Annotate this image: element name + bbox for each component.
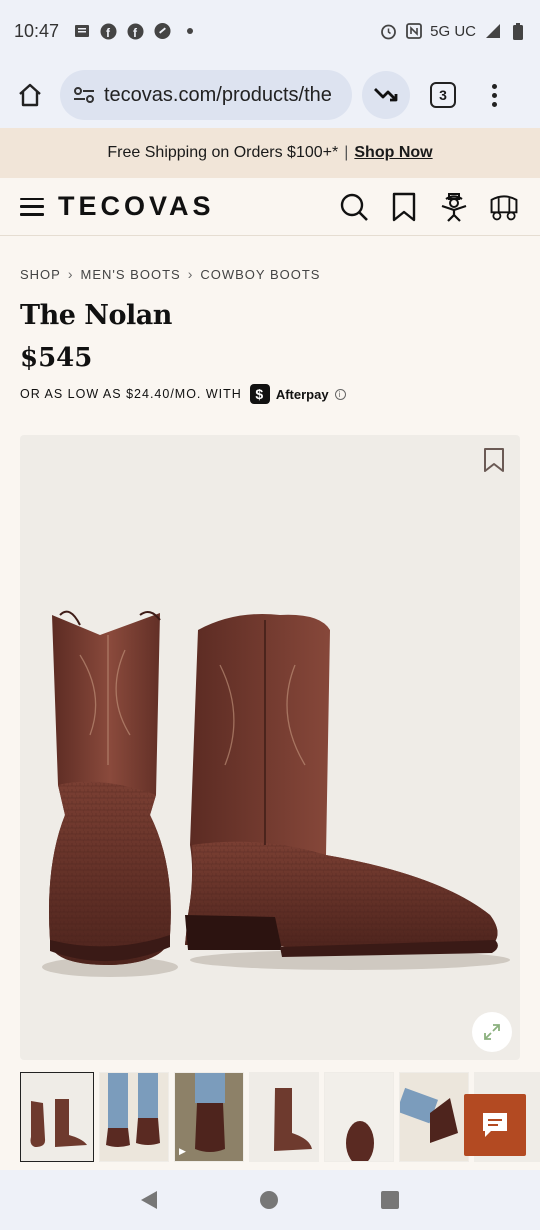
promo-text: Free Shipping on Orders $100+* — [107, 144, 339, 161]
product-image[interactable] — [20, 435, 520, 1060]
promo-banner: Free Shipping on Orders $100+* | Shop No… — [0, 128, 540, 178]
system-nav-bar — [0, 1170, 540, 1230]
shop-now-link[interactable]: Shop Now — [354, 144, 432, 162]
network-label: 5G UC — [430, 22, 476, 40]
tab-count: 3 — [439, 87, 447, 103]
site-logo[interactable]: TECOVAS — [58, 191, 215, 222]
promo-separator: | — [344, 144, 349, 161]
cart-wagon-icon[interactable] — [488, 191, 520, 223]
alarm-icon — [380, 23, 397, 40]
tab-switcher-button[interactable]: 3 — [430, 82, 456, 108]
browser-menu-button[interactable] — [484, 83, 504, 107]
afterpay-info: OR AS LOW AS $24.40/MO. WITH $ Afterpay … — [20, 384, 346, 404]
link-icon — [154, 22, 171, 40]
product-title: The Nolan — [20, 300, 172, 331]
breadcrumb-item-mens-boots[interactable]: MEN'S BOOTS — [81, 267, 181, 282]
home-nav-icon[interactable] — [259, 1191, 278, 1209]
afterpay-text: OR AS LOW AS $24.40/MO. WITH — [20, 387, 242, 401]
recent-apps-icon[interactable] — [380, 1191, 399, 1209]
expand-icon — [484, 1024, 500, 1040]
bookmark-icon — [484, 448, 504, 472]
chevron-right-icon: › — [67, 266, 74, 282]
thumbnail-3-video[interactable]: ▶ — [174, 1072, 244, 1162]
play-icon: ▶ — [179, 1146, 186, 1156]
thumbnail-1[interactable] — [20, 1072, 94, 1162]
address-bar[interactable]: tecovas.com/products/the — [60, 70, 352, 120]
account-icon[interactable] — [438, 191, 470, 223]
site-settings-icon — [74, 87, 94, 103]
info-icon[interactable]: i — [334, 388, 346, 400]
chat-icon — [483, 1113, 507, 1137]
boots-illustration — [42, 610, 510, 977]
price-tracking-button[interactable] — [362, 71, 410, 119]
facebook-icon: f — [100, 23, 117, 40]
trending-down-icon — [374, 88, 398, 102]
status-time: 10:47 — [14, 20, 60, 41]
url-text: tecovas.com/products/the — [104, 83, 332, 106]
breadcrumb: SHOP › MEN'S BOOTS › COWBOY BOOTS — [20, 266, 320, 282]
facebook-icon: f — [127, 23, 144, 40]
afterpay-logo-icon: $ — [249, 384, 270, 404]
thumbnail-5[interactable] — [324, 1072, 394, 1162]
thumbnail-2[interactable] — [99, 1072, 169, 1162]
signal-icon — [484, 23, 501, 40]
browser-toolbar: tecovas.com/products/the 3 — [0, 62, 540, 128]
battery-icon — [509, 22, 526, 40]
dot-icon — [181, 23, 198, 40]
nfc-icon — [405, 23, 422, 40]
chevron-right-icon: › — [187, 266, 194, 282]
menu-icon[interactable] — [20, 197, 44, 216]
message-icon — [73, 23, 90, 40]
breadcrumb-item-shop[interactable]: SHOP — [20, 267, 61, 282]
thumbnail-strip: ▶ — [20, 1072, 540, 1164]
thumbnail-6[interactable] — [399, 1072, 469, 1162]
afterpay-name: Afterpay — [275, 386, 329, 402]
status-bar: 10:47 f f 5G UC — [0, 0, 540, 62]
home-button[interactable] — [12, 77, 48, 113]
thumbnail-4[interactable] — [249, 1072, 319, 1162]
back-icon[interactable] — [141, 1191, 158, 1209]
save-product-button[interactable] — [482, 447, 508, 475]
chat-button[interactable] — [464, 1094, 526, 1156]
bookmark-icon[interactable] — [388, 191, 420, 223]
expand-image-button[interactable] — [472, 1012, 512, 1052]
home-icon — [19, 83, 41, 107]
product-price: $545 — [20, 343, 93, 373]
site-header: TECOVAS — [0, 178, 540, 236]
search-icon[interactable] — [338, 191, 370, 223]
breadcrumb-item-cowboy-boots[interactable]: COWBOY BOOTS — [200, 267, 320, 282]
